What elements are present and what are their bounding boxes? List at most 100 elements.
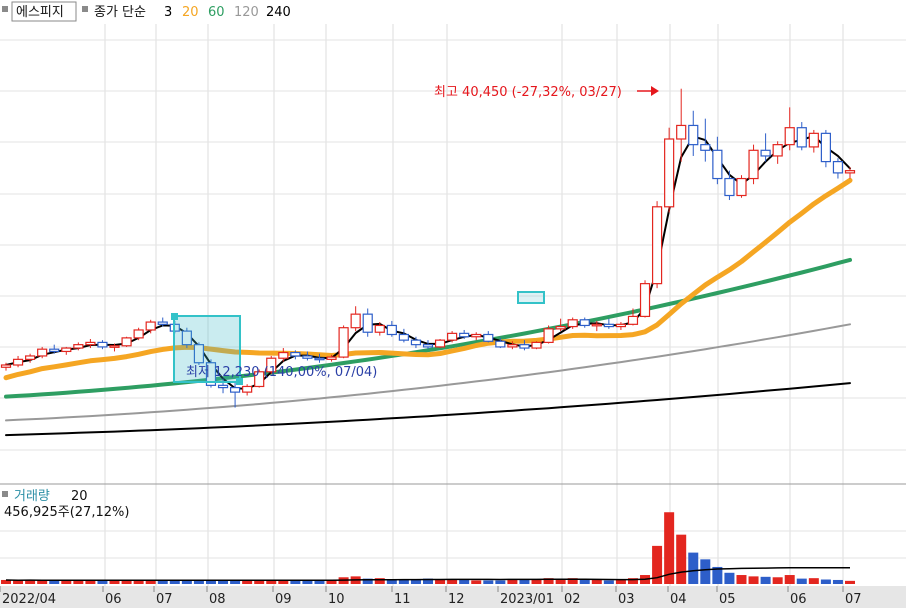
candle-body xyxy=(302,355,313,359)
candle xyxy=(447,331,458,343)
candle-body xyxy=(97,341,108,348)
volume-bar xyxy=(615,579,626,584)
candle-body xyxy=(133,329,144,339)
candle xyxy=(434,339,446,349)
volume-bar xyxy=(519,579,530,584)
candle-body xyxy=(760,149,771,157)
candle-body xyxy=(362,313,373,333)
candle-body xyxy=(386,324,397,336)
candle-body xyxy=(664,138,675,208)
x-tick-label: 09 xyxy=(275,592,292,607)
candle-body xyxy=(422,344,434,348)
candle-body xyxy=(278,351,289,359)
candle-body xyxy=(483,333,494,342)
volume-bar xyxy=(507,579,518,584)
legend-square-icon xyxy=(82,6,88,12)
candle-body xyxy=(651,206,663,285)
ma-period-120: 120 xyxy=(234,5,259,20)
candle-body xyxy=(398,333,409,341)
volume-bar xyxy=(13,580,24,584)
candle-body xyxy=(85,341,96,346)
x-tick-label: 2022/04 xyxy=(2,592,56,607)
volume-bar xyxy=(736,575,747,584)
candle-body xyxy=(434,339,446,348)
candle-body xyxy=(49,348,60,353)
candle-body xyxy=(338,327,349,358)
candle-body xyxy=(531,341,542,349)
x-tick-label: 03 xyxy=(618,592,635,607)
candle-body xyxy=(832,161,844,174)
candle-body xyxy=(700,144,711,151)
low-price-label: 최저 12,230 (140,00%, 07/04) xyxy=(186,365,377,380)
candle-body xyxy=(519,344,530,349)
candle xyxy=(133,327,144,341)
candle-body xyxy=(37,348,48,357)
x-tick-label: 04 xyxy=(670,592,687,607)
candle-body xyxy=(12,358,24,366)
volume-bar xyxy=(772,577,783,584)
candle-body xyxy=(796,127,807,148)
candle xyxy=(736,175,747,198)
candle-body xyxy=(567,319,578,328)
volume-bar xyxy=(760,576,771,584)
candle-body xyxy=(591,323,602,327)
high-price-label: 최고 40,450 (-27,32%, 03/27) xyxy=(434,85,622,100)
x-tick-label: 08 xyxy=(209,592,226,607)
candle-body xyxy=(639,283,651,318)
candle-body xyxy=(724,177,735,197)
volume-bar xyxy=(205,580,216,584)
candle-body xyxy=(772,144,783,157)
legend-square-icon xyxy=(2,6,8,12)
candle-body xyxy=(145,321,156,331)
volume-bar xyxy=(748,576,759,584)
volume-bar xyxy=(603,580,614,584)
ma-type-label: 종가 단순 xyxy=(94,5,146,20)
candle-body xyxy=(471,333,482,338)
candle-body xyxy=(109,345,120,348)
ma-period-3: 3 xyxy=(164,5,172,20)
volume-bar xyxy=(808,578,819,584)
stock-name: 에스피지 xyxy=(16,5,64,20)
x-tick-label: 10 xyxy=(328,592,345,607)
volume-bar xyxy=(483,580,494,584)
candle-body xyxy=(579,319,590,327)
candle-body xyxy=(784,127,795,146)
candle-body xyxy=(808,132,819,148)
candle-body xyxy=(157,321,168,325)
x-tick-label: 12 xyxy=(448,592,465,607)
candle-body xyxy=(447,332,458,341)
volume-ma-period: 20 xyxy=(71,489,88,504)
candle-body xyxy=(314,357,325,361)
candle-body xyxy=(374,324,385,333)
volume-bar xyxy=(724,572,735,584)
stock-chart[interactable]: 최고 40,450 (-27,32%, 03/27) 최저 12,230 (14… xyxy=(0,0,906,608)
x-tick-label: 02 xyxy=(564,592,581,607)
volume-bar xyxy=(471,580,482,584)
candle-body xyxy=(844,170,856,174)
candle xyxy=(664,127,675,213)
candle xyxy=(567,317,578,329)
volume-bar xyxy=(591,579,602,584)
candle-body xyxy=(495,340,506,348)
candle-body xyxy=(229,387,241,393)
volume-label: 거래량 xyxy=(14,489,50,504)
volume-bar xyxy=(447,579,458,584)
volume-bar xyxy=(820,579,831,584)
volume-bar xyxy=(531,579,542,584)
candle xyxy=(639,280,651,318)
volume-bar xyxy=(459,579,470,584)
candle-body xyxy=(712,149,723,180)
candle-body xyxy=(25,355,36,360)
candle-body xyxy=(507,344,518,348)
volume-bar xyxy=(784,575,795,584)
candle-body xyxy=(459,332,470,338)
low-marker-handle xyxy=(171,313,178,320)
ma-period-20: 20 xyxy=(182,5,199,20)
x-tick-label: 06 xyxy=(105,592,122,607)
candle-body xyxy=(326,356,337,360)
candle-body xyxy=(410,339,422,346)
candle-body xyxy=(61,347,72,353)
x-tick-label: 11 xyxy=(394,592,411,607)
volume-bar xyxy=(495,580,506,584)
candle xyxy=(531,341,542,350)
